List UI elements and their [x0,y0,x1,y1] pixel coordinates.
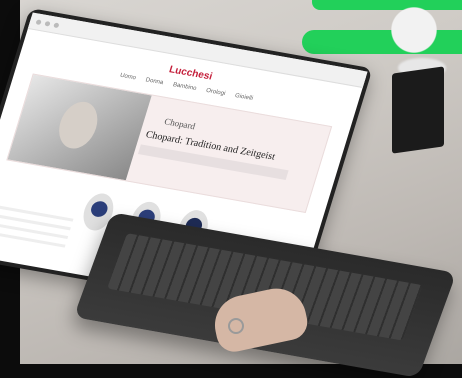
photo-scene: Lucchesi Uomo Donna Bambino Orologi Gioi… [0,0,462,378]
watch-face [89,199,110,219]
nav-item[interactable]: Orologi [205,88,226,97]
nav-item[interactable]: Bambino [172,82,197,92]
nav-item[interactable]: Donna [145,77,164,86]
nav-item[interactable]: Uomo [119,73,137,82]
window-dot [35,18,42,25]
nav-item[interactable]: Gioielli [234,93,254,102]
window-dot [44,20,51,27]
black-decor-stand [392,66,444,154]
hero-brand: Chopard [163,116,197,132]
ring-icon [228,318,244,334]
logo-text: Lucchesi [167,64,214,83]
hero-photo [7,74,152,181]
window-dot [53,22,60,28]
plant-decor [386,6,456,66]
portrait [53,98,104,152]
